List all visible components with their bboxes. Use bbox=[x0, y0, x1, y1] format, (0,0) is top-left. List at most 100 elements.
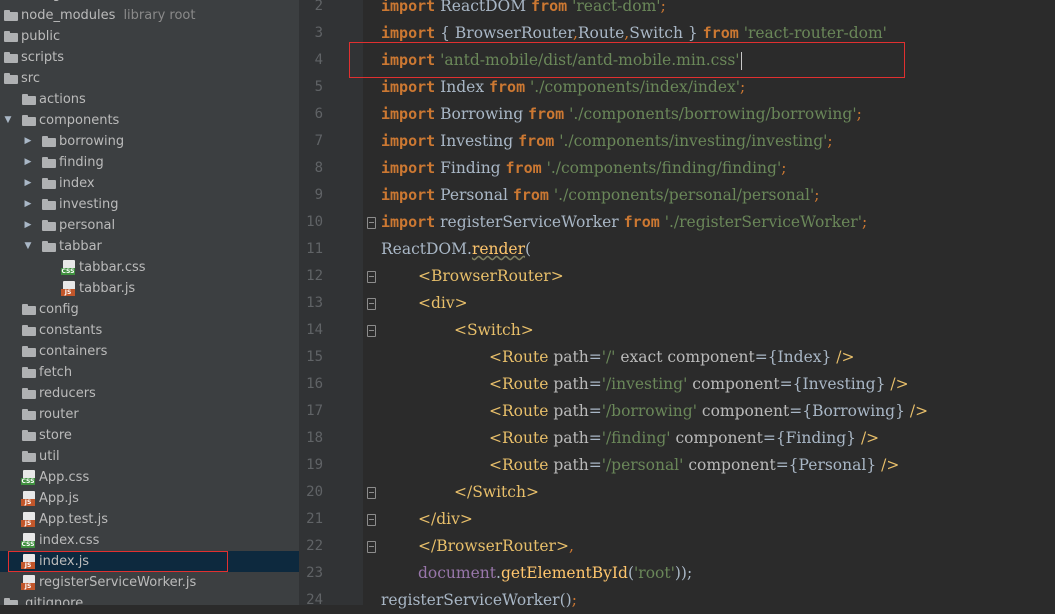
code-token: <Switch> bbox=[454, 321, 534, 339]
code-token: registerServiceWorker bbox=[435, 213, 624, 231]
code-line-8[interactable]: 8 import Finding from './components/findi… bbox=[299, 155, 1055, 182]
code-token: <Route bbox=[489, 375, 554, 393]
code-line-4[interactable]: 4 import 'antd-mobile/dist/antd-mobile.mi… bbox=[299, 47, 1055, 74]
code-token: from bbox=[702, 24, 739, 42]
code-text: import registerServiceWorker from './reg… bbox=[381, 209, 867, 236]
fold-marker-icon[interactable] bbox=[367, 325, 376, 337]
line-number: 13 bbox=[306, 295, 323, 311]
code-line-21[interactable]: 21 </div> bbox=[299, 506, 1055, 533]
line-number: 24 bbox=[306, 592, 323, 608]
fold-marker-icon[interactable] bbox=[367, 514, 376, 526]
code-token: import bbox=[381, 213, 436, 231]
code-token: import bbox=[381, 105, 436, 123]
code-token: './components/finding/finding' bbox=[546, 159, 782, 177]
line-number: 5 bbox=[314, 79, 323, 95]
code-lines: 2 import ReactDOM from 'react-dom'; 3 impor… bbox=[0, 0, 1055, 609]
code-line-16[interactable]: 16 <Route path='/investing' component={In… bbox=[299, 371, 1055, 398]
code-token: ={Investing} bbox=[779, 375, 891, 393]
code-line-13[interactable]: 13 <div> bbox=[299, 290, 1055, 317]
fold-marker-icon[interactable] bbox=[367, 271, 376, 283]
code-token: Index bbox=[435, 78, 489, 96]
code-token: Borrowing bbox=[435, 105, 529, 123]
line-number: 11 bbox=[306, 241, 323, 257]
code-text: registerServiceWorker(); bbox=[381, 587, 577, 614]
code-text: import Personal from './components/perso… bbox=[381, 182, 819, 209]
code-text: <BrowserRouter> bbox=[418, 263, 564, 290]
line-number: 22 bbox=[306, 538, 323, 554]
code-token: = bbox=[588, 348, 602, 366]
code-line-23[interactable]: 23 document.getElementById('root')); bbox=[299, 560, 1055, 587]
code-token: <Route bbox=[489, 456, 554, 474]
code-line-2[interactable]: 2 import ReactDOM from 'react-dom'; bbox=[299, 0, 1055, 20]
code-text: </Switch> bbox=[454, 479, 539, 506]
line-number: 8 bbox=[314, 160, 323, 176]
code-token: ={Index} bbox=[754, 348, 837, 366]
code-line-11[interactable]: 11 ReactDOM.render( bbox=[299, 236, 1055, 263]
fold-marker-icon[interactable] bbox=[367, 541, 376, 553]
code-text: <Route path='/personal' component={Perso… bbox=[489, 452, 899, 479]
code-token: './components/borrowing/borrowing' bbox=[569, 105, 857, 123]
code-line-24[interactable]: 24 registerServiceWorker(); bbox=[299, 587, 1055, 614]
code-line-20[interactable]: 20 </Switch> bbox=[299, 479, 1055, 506]
code-token: /> bbox=[909, 402, 929, 420]
code-line-9[interactable]: 9 import Personal from './components/pers… bbox=[299, 182, 1055, 209]
code-token: Investing bbox=[435, 132, 519, 150]
code-line-18[interactable]: 18 <Route path='/finding' component={Find… bbox=[299, 425, 1055, 452]
code-token: component bbox=[692, 375, 780, 393]
code-token: /> bbox=[881, 456, 900, 474]
fold-marker-icon[interactable] bbox=[367, 298, 376, 310]
code-token: import bbox=[381, 51, 436, 69]
code-token: './registerServiceWorker' bbox=[664, 213, 862, 231]
code-token: Finding bbox=[435, 159, 506, 177]
code-token: ReactDOM. bbox=[381, 240, 472, 258]
line-number: 9 bbox=[314, 187, 323, 203]
code-line-3[interactable]: 3 import { BrowserRouter,Route,Switch } f… bbox=[299, 20, 1055, 47]
code-token: '/investing' bbox=[601, 375, 688, 393]
code-token: import bbox=[381, 0, 436, 15]
code-token: ; bbox=[571, 591, 577, 609]
code-line-15[interactable]: 15 <Route path='/' exact component={Index… bbox=[299, 344, 1055, 371]
code-token: component bbox=[688, 456, 776, 474]
code-token: /> bbox=[890, 375, 909, 393]
code-line-17[interactable]: 17 <Route path='/borrowing' component={Bo… bbox=[299, 398, 1055, 425]
code-token: 'root' bbox=[634, 564, 675, 582]
line-number: 14 bbox=[306, 322, 323, 338]
code-line-5[interactable]: 5 import Index from './components/index/i… bbox=[299, 74, 1055, 101]
fold-marker-icon[interactable] bbox=[367, 487, 376, 499]
code-token: <Route bbox=[489, 402, 554, 420]
code-token: from bbox=[531, 0, 568, 15]
code-token: ={Finding} bbox=[762, 429, 861, 447]
code-token: path bbox=[553, 402, 589, 420]
line-number: 2 bbox=[314, 0, 323, 14]
code-line-6[interactable]: 6 import Borrowing from './components/bor… bbox=[299, 101, 1055, 128]
code-text: </div> bbox=[418, 506, 473, 533]
code-line-19[interactable]: 19 <Route path='/personal' component={Per… bbox=[299, 452, 1055, 479]
code-line-7[interactable]: 7 import Investing from './components/inv… bbox=[299, 128, 1055, 155]
code-token: ={Borrowing} bbox=[789, 402, 910, 420]
code-line-22[interactable]: 22 </BrowserRouter>, bbox=[299, 533, 1055, 560]
code-token: from bbox=[528, 105, 565, 123]
code-token: <Route bbox=[489, 429, 554, 447]
code-text: import Investing from './components/inve… bbox=[381, 128, 833, 155]
code-token: <div> bbox=[418, 294, 468, 312]
code-token: = bbox=[588, 375, 602, 393]
code-token: import bbox=[381, 159, 436, 177]
code-line-14[interactable]: 14 <Switch> bbox=[299, 317, 1055, 344]
code-token: path bbox=[553, 456, 589, 474]
code-line-12[interactable]: 12 <BrowserRouter> bbox=[299, 263, 1055, 290]
code-token: './components/index/index' bbox=[530, 78, 741, 96]
line-number: 6 bbox=[314, 106, 323, 122]
code-token: exact component bbox=[620, 348, 755, 366]
code-text: <Route path='/finding' component={Findin… bbox=[489, 425, 879, 452]
code-line-10[interactable]: 10 import registerServiceWorker from './r… bbox=[299, 209, 1055, 236]
code-token: 'antd-mobile/dist/antd-mobile.min.css' bbox=[440, 51, 740, 69]
code-token: ( bbox=[525, 240, 532, 258]
code-token: import bbox=[381, 186, 436, 204]
code-token: import bbox=[381, 78, 436, 96]
code-token: 'react-dom' bbox=[572, 0, 661, 15]
code-text: document.getElementById('root')); bbox=[418, 560, 692, 587]
code-text: import { BrowserRouter,Route,Switch } fr… bbox=[381, 20, 887, 47]
code-token: )); bbox=[674, 564, 693, 582]
fold-marker-icon[interactable] bbox=[367, 217, 376, 229]
code-token: import bbox=[381, 132, 436, 150]
